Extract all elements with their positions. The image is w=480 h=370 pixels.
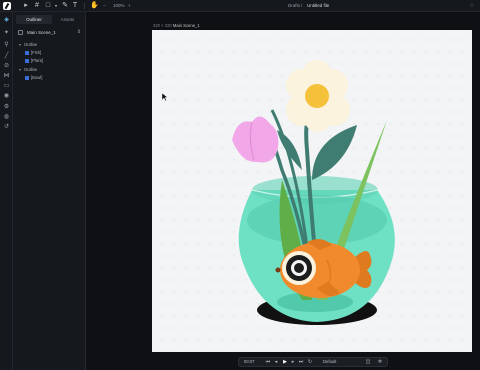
fishbowl-illustration[interactable] xyxy=(152,30,472,352)
breadcrumb-parent[interactable]: Drafts xyxy=(288,2,300,10)
artboard-name: Main Scene_1 xyxy=(172,23,200,28)
flower-center xyxy=(305,84,329,108)
step-back-icon[interactable]: ◂ xyxy=(273,358,279,366)
outliner-panel: Outliner Assets Main Scene_1 ⇕ ▾ Outline … xyxy=(13,12,86,370)
tulip-flower[interactable] xyxy=(232,116,279,163)
state-dropdown[interactable]: Default xyxy=(323,358,336,366)
fish-mouth xyxy=(275,267,281,273)
chevron-down-icon[interactable]: ▾ xyxy=(52,2,60,10)
step-forward-icon[interactable]: ▸ xyxy=(290,358,296,366)
pen-icon[interactable]: ✎ xyxy=(61,2,69,10)
tree-item-label: [Bowl] xyxy=(31,75,43,80)
water-surface xyxy=(247,195,387,245)
tree-item-label: Outline xyxy=(24,67,38,72)
app-window: ▸ # □ ▾ ✎ T ✋ − 100% + Drafts / Untitled… xyxy=(0,0,480,370)
group-icon xyxy=(25,58,29,63)
tree-item-label: [Plant] xyxy=(31,58,43,63)
tree-item-fish[interactable]: [Fish] xyxy=(25,49,41,56)
pointer-icon[interactable]: ▸ xyxy=(22,2,30,10)
image-icon[interactable]: ▭ xyxy=(3,83,10,90)
bug-icon[interactable]: ✲ xyxy=(377,358,383,366)
artboard-size: 320 × 320 xyxy=(153,23,172,28)
tab-assets[interactable]: Assets xyxy=(52,15,83,24)
tree-item-plant[interactable]: [Plant] xyxy=(25,57,43,64)
playback-time: 00:07 xyxy=(244,359,255,364)
file-name[interactable]: Untitled file xyxy=(307,2,329,10)
code-icon[interactable]: ⋈ xyxy=(3,73,10,80)
loop-icon[interactable]: ↻ xyxy=(307,358,313,366)
layers-icon[interactable]: ◈ xyxy=(3,17,10,24)
shape-icon[interactable]: □ xyxy=(44,2,52,10)
zoom-level[interactable]: 100% xyxy=(113,2,125,10)
tree-item-bowl[interactable]: [Bowl] xyxy=(25,74,42,81)
scene-label: Main Scene_1 xyxy=(27,30,56,35)
scene-selector[interactable]: Main Scene_1 ⇕ xyxy=(16,28,83,37)
text-icon[interactable]: T xyxy=(71,2,79,10)
share-icon[interactable]: ◌ xyxy=(468,2,476,10)
group-icon xyxy=(25,75,29,80)
fish-eye-pupil xyxy=(294,263,304,273)
breadcrumb-separator: / xyxy=(301,3,303,8)
help-icon[interactable]: ◍ xyxy=(3,114,10,121)
toolbar-divider xyxy=(84,3,85,9)
playback-bar: 00:07 ⏮ ◂ ▶ ▸ ⏭ ↻ Default ◫ ✲ xyxy=(238,357,388,367)
tool-rail: ◈ ✦ ⚲ ╱ ⊘ ⋈ ▭ ◉ ⚙ ◍ ↺ xyxy=(0,12,13,370)
daisy-flower[interactable] xyxy=(286,60,350,132)
zoom-out-button[interactable]: − xyxy=(103,2,106,10)
settings-icon[interactable]: ⚙ xyxy=(3,104,10,111)
hand-icon[interactable]: ✋ xyxy=(90,2,99,10)
app-logo[interactable] xyxy=(3,2,11,10)
mouse-cursor-icon xyxy=(162,93,168,101)
top-toolbar: ▸ # □ ▾ ✎ T ✋ − 100% + Drafts / Untitled… xyxy=(0,0,480,12)
tree-item-outline-2[interactable]: ▾ Outline xyxy=(19,66,37,73)
tree-item-outline-1[interactable]: ▾ Outline xyxy=(19,41,37,48)
pen-tool-icon[interactable]: ╱ xyxy=(3,53,10,60)
skip-back-icon[interactable]: ⏮ xyxy=(265,358,271,366)
tree-item-label: [Fish] xyxy=(31,50,42,55)
frame-icon[interactable]: # xyxy=(33,2,41,10)
artboard-label[interactable]: 320 × 320 Main Scene_1 xyxy=(153,23,200,28)
leaf-top xyxy=(312,125,357,180)
preview-icon[interactable]: ◫ xyxy=(365,358,371,366)
eye-icon[interactable]: ◉ xyxy=(3,93,10,100)
scene-checkbox[interactable] xyxy=(18,30,23,35)
tree-item-label: Outline xyxy=(24,42,38,47)
tab-outliner[interactable]: Outliner xyxy=(16,15,52,24)
assets-icon[interactable]: ⚲ xyxy=(3,42,10,49)
history-icon[interactable]: ↺ xyxy=(3,124,10,131)
panel-tabs: Outliner Assets xyxy=(16,15,83,24)
chevron-updown-icon[interactable]: ⇕ xyxy=(77,28,81,37)
skip-forward-icon[interactable]: ⏭ xyxy=(298,358,304,366)
play-icon[interactable]: ▶ xyxy=(282,358,288,366)
zoom-in-button[interactable]: + xyxy=(128,2,131,10)
design-icon[interactable]: ✦ xyxy=(3,30,10,37)
group-icon xyxy=(25,50,29,55)
link-icon[interactable]: ⊘ xyxy=(3,63,10,70)
